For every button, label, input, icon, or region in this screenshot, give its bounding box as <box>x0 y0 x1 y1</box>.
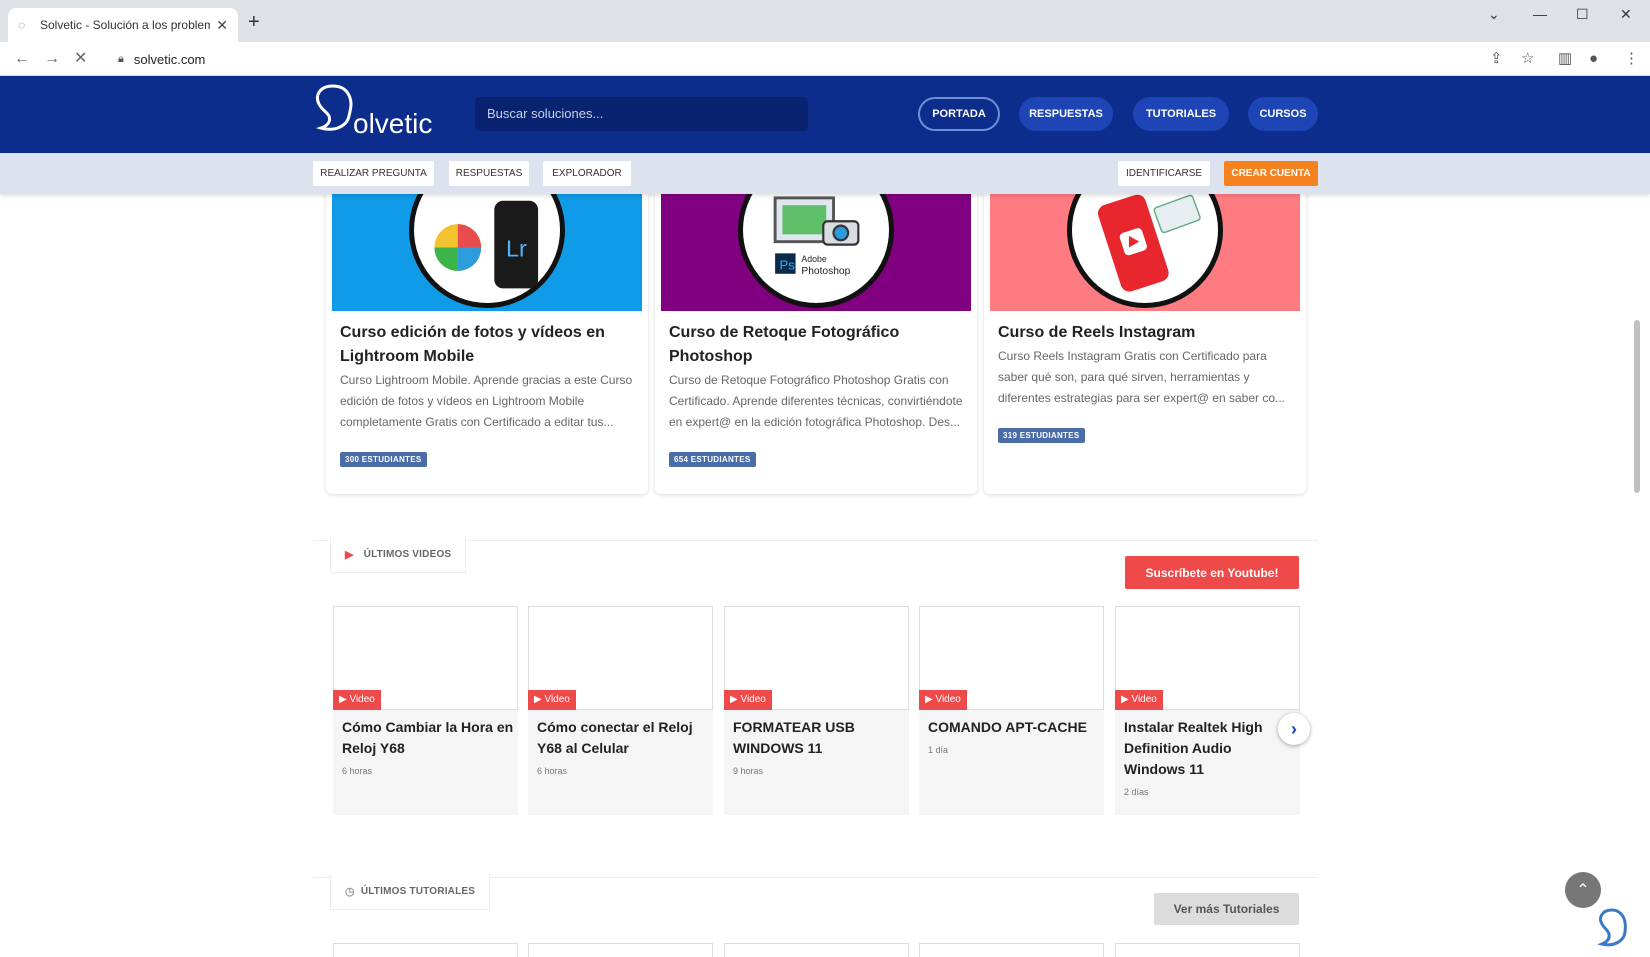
bookmark-star-icon[interactable]: ☆ <box>1521 50 1534 68</box>
video-badge: ▶ Video <box>333 690 381 710</box>
lock-icon: 🔒︎ <box>118 52 124 65</box>
share-icon[interactable]: ⇪ <box>1490 50 1503 68</box>
nav-respuestas[interactable]: RESPUESTAS <box>1019 97 1113 131</box>
video-time: 6 horas <box>537 766 568 776</box>
address-bar-row: ← → ✕ 🔒︎ solvetic.com ⇪ ☆ ▥ ● ⋮ <box>0 42 1650 76</box>
carousel-next-icon[interactable]: › <box>1278 713 1310 745</box>
course-image: Lr <box>332 192 642 311</box>
page-scrollbar[interactable] <box>1634 320 1640 493</box>
video-title[interactable]: FORMATEAR USB WINDOWS 11 <box>733 717 905 759</box>
scroll-to-top-icon[interactable]: ⌃ <box>1565 872 1601 908</box>
instagram-reels-illustration <box>1067 192 1223 308</box>
videos-section-tab: ▶ ÚLTIMOS VIDEOS <box>330 537 467 573</box>
solvetic-logo[interactable]: olvetic <box>313 82 443 144</box>
course-description: Curso Lightroom Mobile. Aprende gracias … <box>340 373 633 429</box>
back-icon[interactable]: ← <box>14 50 30 68</box>
students-badge: 300 ESTUDIANTES <box>340 452 427 467</box>
course-title[interactable]: Curso edición de fotos y vídeos en Light… <box>340 321 635 369</box>
site-header: olvetic Buscar soluciones... PORTADA RES… <box>0 76 1650 153</box>
photoshop-illustration: Ps Adobe Photoshop <box>738 192 894 308</box>
nav-tutoriales[interactable]: TUTORIALES <box>1133 97 1229 131</box>
svg-text:Ps: Ps <box>780 257 796 272</box>
course-image <box>990 192 1300 311</box>
ask-question-button[interactable]: REALIZAR PREGUNTA <box>313 161 434 186</box>
tutorial-card[interactable] <box>1115 943 1300 957</box>
students-badge: 654 ESTUDIANTES <box>669 452 756 467</box>
videos-section-label: ÚLTIMOS VIDEOS <box>363 549 452 560</box>
profile-icon[interactable]: ● <box>1589 50 1598 68</box>
tutorials-section-label: ÚLTIMOS TUTORIALES <box>360 886 476 897</box>
video-time: 6 horas <box>342 766 373 776</box>
subscribe-youtube-button[interactable]: Suscríbete en Youtube! <box>1125 556 1299 589</box>
stop-loading-icon[interactable]: ✕ <box>74 50 87 68</box>
tab-search-icon[interactable]: ⌄ <box>1488 6 1500 23</box>
course-card[interactable]: Lr Curso edición de fotos y vídeos en Li… <box>326 160 648 494</box>
course-title[interactable]: Curso de Reels Instagram <box>998 321 1293 345</box>
video-badge: ▶ Video <box>1115 690 1163 710</box>
course-description: Curso Reels Instagram Gratis con Certifi… <box>998 349 1285 405</box>
video-time: 2 días <box>1124 787 1149 797</box>
answers-button[interactable]: RESPUESTAS <box>449 161 529 186</box>
tutorials-section-tab: ◷ ÚLTIMOS TUTORIALES <box>330 874 491 910</box>
new-tab-icon[interactable]: + <box>248 12 260 32</box>
maximize-icon[interactable]: ☐ <box>1576 6 1589 23</box>
video-card[interactable]: ▶ Video Cómo Cambiar la Hora en Reloj Y6… <box>333 606 518 815</box>
tutorial-card[interactable] <box>724 943 909 957</box>
menu-icon[interactable]: ⋮ <box>1624 50 1639 68</box>
video-time: 1 día <box>928 745 949 755</box>
video-badge: ▶ Video <box>919 690 967 710</box>
course-card[interactable]: Ps Adobe Photoshop Curso de Retoque Foto… <box>655 160 977 494</box>
lightroom-illustration: Lr <box>409 192 565 308</box>
solvetic-help-icon[interactable] <box>1594 904 1640 950</box>
video-card[interactable]: ▶ Video FORMATEAR USB WINDOWS 11 9 horas <box>724 606 909 815</box>
close-window-icon[interactable]: ✕ <box>1620 6 1632 23</box>
video-title[interactable]: Cómo conectar el Reloj Y68 al Celular <box>537 717 709 759</box>
course-card[interactable]: Curso de Reels Instagram Curso Reels Ins… <box>984 160 1306 494</box>
tutorial-card[interactable] <box>528 943 713 957</box>
video-title[interactable]: COMANDO APT-CACHE <box>928 717 1100 738</box>
browser-tab[interactable]: ◌ Solvetic - Solución a los problem ✕ <box>8 8 238 42</box>
video-title[interactable]: Instalar Realtek High Definition Audio W… <box>1124 717 1296 780</box>
video-badge: ▶ Video <box>528 690 576 710</box>
site-favicon-icon: ◌ <box>18 18 26 32</box>
tutorial-card[interactable] <box>919 943 1104 957</box>
course-image: Ps Adobe Photoshop <box>661 192 971 311</box>
video-title[interactable]: Cómo Cambiar la Hora en Reloj Y68 <box>342 717 514 759</box>
logo-text: olvetic <box>353 108 433 139</box>
side-panel-icon[interactable]: ▥ <box>1558 50 1572 68</box>
photoshop-label: Photoshop <box>801 266 850 277</box>
video-card[interactable]: ▶ Video COMANDO APT-CACHE 1 día <box>919 606 1104 815</box>
browser-titlebar: ◌ Solvetic - Solución a los problem ✕ + … <box>0 0 1650 42</box>
course-description: Curso de Retoque Fotográfico Photoshop G… <box>669 373 963 429</box>
adobe-label: Adobe <box>801 254 826 264</box>
more-tutorials-button[interactable]: Ver más Tutoriales <box>1154 893 1299 925</box>
video-badge: ▶ Video <box>724 690 772 710</box>
tab-title: Solvetic - Solución a los problem <box>40 18 211 32</box>
nav-cursos[interactable]: CURSOS <box>1248 97 1318 131</box>
video-card[interactable]: ▶ Video Cómo conectar el Reloj Y68 al Ce… <box>528 606 713 815</box>
explorer-button[interactable]: EXPLORADOR <box>543 161 631 186</box>
play-icon: ▶ <box>345 549 354 561</box>
search-input[interactable]: Buscar soluciones... <box>475 97 808 131</box>
login-button[interactable]: IDENTIFICARSE <box>1118 161 1210 186</box>
tutorial-card[interactable] <box>333 943 518 957</box>
clock-icon: ◷ <box>345 886 355 898</box>
url-field[interactable]: 🔒︎ solvetic.com <box>108 46 1488 72</box>
minimize-icon[interactable]: — <box>1533 6 1547 22</box>
svg-text:Lr: Lr <box>506 235 527 261</box>
video-card[interactable]: ▶ Video Instalar Realtek High Definition… <box>1115 606 1300 815</box>
nav-portada[interactable]: PORTADA <box>918 97 1000 131</box>
url-text: solvetic.com <box>133 51 206 67</box>
video-time: 9 horas <box>733 766 764 776</box>
forward-icon[interactable]: → <box>44 50 60 68</box>
students-badge: 319 ESTUDIANTES <box>998 428 1085 443</box>
sub-navigation: REALIZAR PREGUNTA RESPUESTAS EXPLORADOR … <box>0 153 1650 194</box>
create-account-button[interactable]: CREAR CUENTA <box>1224 161 1318 186</box>
close-tab-icon[interactable]: ✕ <box>216 17 228 34</box>
course-title[interactable]: Curso de Retoque Fotográfico Photoshop <box>669 321 964 369</box>
